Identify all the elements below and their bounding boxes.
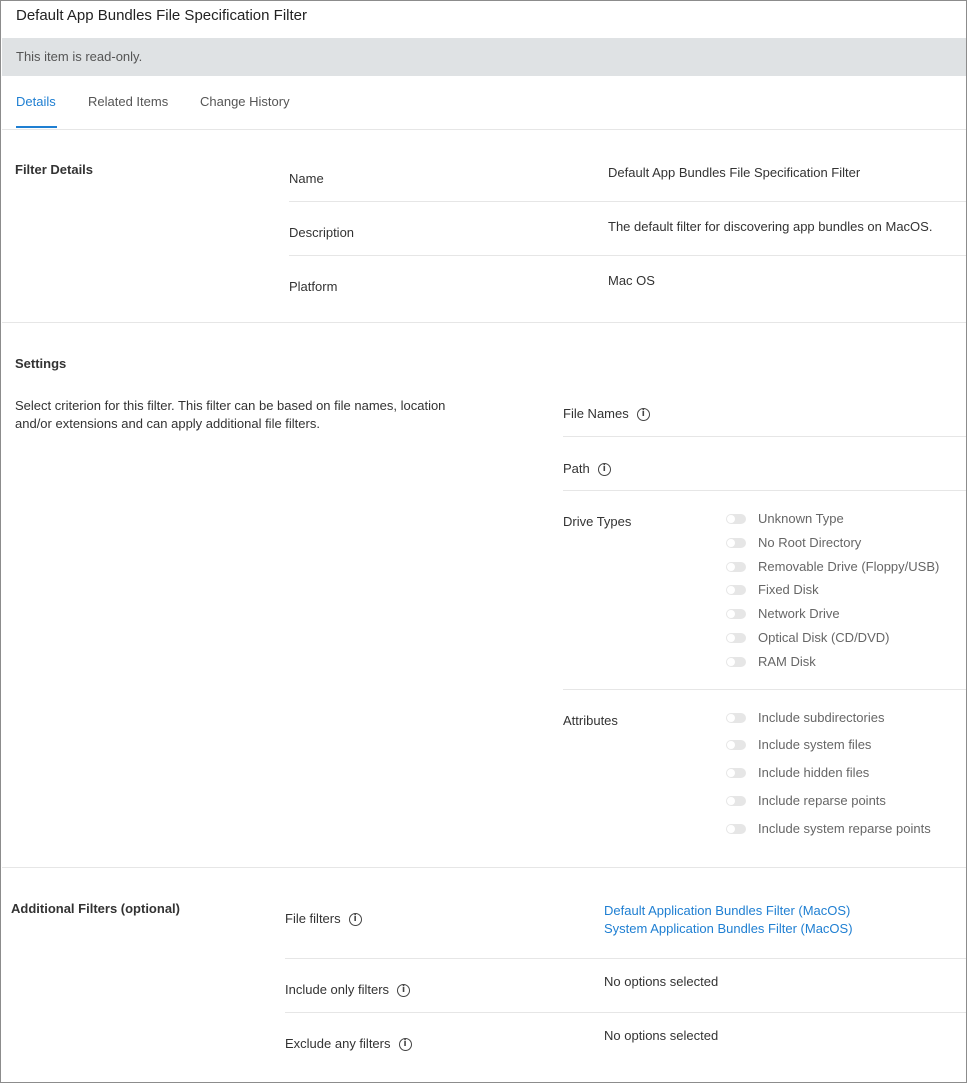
tab-divider [2,129,966,130]
info-circle-icon[interactable]: i [397,984,411,998]
row-divider [285,1012,966,1013]
attribute-label: Include hidden files [758,765,870,780]
description-label: Description [289,225,355,240]
file-filter-link[interactable]: Default Application Bundles Filter (MacO… [604,903,850,918]
file-filter-link[interactable]: System Application Bundles Filter (MacOS… [604,921,853,936]
settings-title: Settings [15,356,67,371]
include-only-value: No options selected [604,974,719,989]
row-divider [563,689,966,690]
drive-type-label: Network Drive [758,606,840,621]
readonly-banner [2,38,966,76]
drive-types-label: Drive Types [563,514,632,529]
platform-value: Mac OS [608,273,655,288]
file-filters-label: File filters [285,911,341,926]
path-label: Path [563,461,590,476]
drive-type-label: Unknown Type [758,511,844,526]
readonly-notice: This item is read-only. [16,49,143,64]
row-divider [289,201,966,202]
attributes-label: Attributes [563,713,618,728]
include-only-row: Include only filters i [285,982,411,998]
detail-panel: Default App Bundles File Specification F… [0,0,967,1083]
toggle-optical-disk[interactable] [726,633,746,643]
toggle-include-system-reparse-points[interactable] [726,824,746,834]
file-filters-row: File filters i [285,911,362,927]
exclude-any-value: No options selected [604,1028,719,1043]
info-circle-icon[interactable]: i [636,408,650,422]
toggle-include-reparse-points[interactable] [726,796,746,806]
tab-details[interactable]: Details [16,94,56,109]
include-only-label: Include only filters [285,982,390,997]
attribute-label: Include system reparse points [758,821,931,836]
section-divider [2,322,966,323]
file-names-row: File Names i [563,406,650,422]
section-divider [2,867,966,868]
info-circle-icon[interactable]: i [348,913,362,927]
attribute-label: Include system files [758,737,872,752]
drive-type-label: Fixed Disk [758,582,819,597]
toggle-include-hidden-files[interactable] [726,768,746,778]
settings-description: Select criterion for this filter. This f… [15,398,446,431]
toggle-no-root-directory[interactable] [726,538,746,548]
toggle-removable-drive[interactable] [726,562,746,572]
file-names-label: File Names [563,406,629,421]
row-divider [289,255,966,256]
drive-type-label: Removable Drive (Floppy/USB) [758,559,940,574]
exclude-any-label: Exclude any filters [285,1036,391,1051]
filter-details-title: Filter Details [15,162,94,177]
toggle-include-system-files[interactable] [726,740,746,750]
tab-related-items[interactable]: Related Items [88,94,168,109]
platform-label: Platform [289,279,338,294]
path-row: Path i [563,461,611,477]
exclude-any-row: Exclude any filters i [285,1036,412,1052]
toggle-include-subdirectories[interactable] [726,713,746,723]
description-value: The default filter for discovering app b… [608,219,933,234]
toggle-unknown-type[interactable] [726,514,746,524]
row-divider [285,958,966,959]
page-title: Default App Bundles File Specification F… [16,7,307,24]
info-circle-icon[interactable]: i [597,463,611,477]
drive-type-label: RAM Disk [758,654,816,669]
name-label: Name [289,171,324,186]
toggle-network-drive[interactable] [726,609,746,619]
drive-type-label: Optical Disk (CD/DVD) [758,630,890,645]
name-value: Default App Bundles File Specification F… [608,165,861,180]
tab-change-history[interactable]: Change History [200,94,290,109]
additional-filters-title: Additional Filters (optional) [11,901,180,916]
active-tab-indicator [16,126,57,128]
drive-type-label: No Root Directory [758,535,862,550]
row-divider [563,490,966,491]
attribute-label: Include reparse points [758,793,886,808]
toggle-fixed-disk[interactable] [726,585,746,595]
info-circle-icon[interactable]: i [398,1038,412,1052]
row-divider [563,436,966,437]
toggle-ram-disk[interactable] [726,657,746,667]
attribute-label: Include subdirectories [758,710,885,725]
